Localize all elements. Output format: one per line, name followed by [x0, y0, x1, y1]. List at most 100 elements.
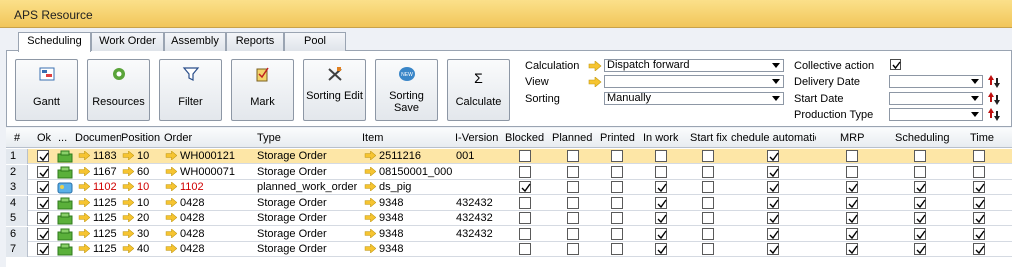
row-flag-checkbox[interactable]: [973, 166, 985, 178]
position-cell[interactable]: 20: [122, 211, 149, 226]
order-cell[interactable]: WH000071: [165, 165, 235, 180]
link-arrow-icon[interactable]: [165, 229, 177, 238]
row-number[interactable]: 7: [6, 242, 28, 257]
sort-updown-icon[interactable]: [987, 91, 1001, 106]
document-cell[interactable]: 1167: [78, 165, 117, 180]
link-arrow-icon[interactable]: [165, 182, 177, 191]
row-flag-checkbox[interactable]: [914, 181, 926, 193]
row-number[interactable]: 3: [6, 180, 28, 195]
ok-checkbox[interactable]: [37, 212, 49, 224]
row-flag-checkbox[interactable]: [846, 228, 858, 240]
col-header-blocked[interactable]: Blocked: [505, 128, 544, 148]
row-flag-checkbox[interactable]: [611, 228, 623, 240]
row-flag-checkbox[interactable]: [611, 243, 623, 255]
link-arrow-icon[interactable]: [78, 229, 90, 238]
tab-assembly[interactable]: Assembly: [164, 32, 226, 51]
row-flag-checkbox[interactable]: [914, 150, 926, 162]
link-arrow-icon[interactable]: [78, 182, 90, 191]
link-arrow-icon[interactable]: [122, 244, 134, 253]
row-flag-checkbox[interactable]: [567, 228, 579, 240]
position-cell[interactable]: 10: [122, 149, 149, 164]
row-flag-checkbox[interactable]: [973, 150, 985, 162]
col-header-type[interactable]: Type: [257, 128, 281, 148]
order-cell[interactable]: 0428: [165, 196, 204, 211]
row-flag-checkbox[interactable]: [655, 212, 667, 224]
row-flag-checkbox[interactable]: [702, 243, 714, 255]
row-flag-checkbox[interactable]: [702, 150, 714, 162]
order-cell[interactable]: WH000121: [165, 149, 235, 164]
row-flag-checkbox[interactable]: [973, 197, 985, 209]
row-flag-checkbox[interactable]: [767, 243, 779, 255]
row-flag-checkbox[interactable]: [846, 243, 858, 255]
col-header-scheduling[interactable]: Scheduling: [895, 128, 949, 148]
row-flag-checkbox[interactable]: [611, 212, 623, 224]
link-arrow-icon[interactable]: [364, 182, 376, 191]
row-number[interactable]: 1: [6, 149, 28, 164]
link-arrow-icon[interactable]: [78, 213, 90, 222]
row-flag-checkbox[interactable]: [519, 197, 531, 209]
order-cell[interactable]: 0428: [165, 242, 204, 257]
sorting-save-button[interactable]: NEW Sorting Save: [375, 59, 438, 121]
row-flag-checkbox[interactable]: [914, 197, 926, 209]
link-arrow-icon[interactable]: [122, 229, 134, 238]
document-cell[interactable]: 1125: [78, 211, 117, 226]
sort-updown-icon[interactable]: [987, 107, 1001, 122]
row-flag-checkbox[interactable]: [567, 181, 579, 193]
position-cell[interactable]: 10: [122, 196, 149, 211]
link-arrow-icon[interactable]: [165, 151, 177, 160]
item-cell[interactable]: 2511216: [364, 149, 421, 164]
production-type-select[interactable]: [889, 108, 983, 121]
row-number[interactable]: 5: [6, 211, 28, 226]
resources-button[interactable]: Resources: [87, 59, 150, 121]
row-flag-checkbox[interactable]: [655, 228, 667, 240]
row-flag-checkbox[interactable]: [846, 197, 858, 209]
link-arrow-icon[interactable]: [165, 167, 177, 176]
link-arrow-icon[interactable]: [122, 213, 134, 222]
row-flag-checkbox[interactable]: [914, 243, 926, 255]
ok-checkbox[interactable]: [37, 243, 49, 255]
link-arrow-icon[interactable]: [122, 182, 134, 191]
row-flag-checkbox[interactable]: [846, 166, 858, 178]
row-flag-checkbox[interactable]: [655, 243, 667, 255]
row-number[interactable]: 6: [6, 227, 28, 242]
tab-work-order[interactable]: Work Order: [91, 32, 164, 51]
row-flag-checkbox[interactable]: [567, 243, 579, 255]
link-arrow-icon[interactable]: [78, 244, 90, 253]
col-header-inwork[interactable]: In work: [643, 128, 678, 148]
chevron-down-icon[interactable]: [971, 112, 979, 117]
col-header-position[interactable]: Position: [121, 128, 160, 148]
link-arrow-icon[interactable]: [165, 198, 177, 207]
chevron-down-icon[interactable]: [772, 63, 780, 68]
row-flag-checkbox[interactable]: [767, 228, 779, 240]
filter-button[interactable]: Filter: [159, 59, 222, 121]
col-header-iversion[interactable]: I-Version: [455, 128, 498, 148]
ok-checkbox[interactable]: [37, 166, 49, 178]
order-cell[interactable]: 0428: [165, 227, 204, 242]
table-row[interactable]: [6, 180, 1012, 195]
row-flag-checkbox[interactable]: [611, 197, 623, 209]
order-cell[interactable]: 1102: [165, 180, 204, 195]
row-flag-checkbox[interactable]: [973, 243, 985, 255]
col-header-printed[interactable]: Printed: [600, 128, 635, 148]
link-arrow-icon[interactable]: [364, 151, 376, 160]
item-cell[interactable]: ds_pig: [364, 180, 411, 195]
row-flag-checkbox[interactable]: [567, 166, 579, 178]
table-row[interactable]: [6, 196, 1012, 211]
row-flag-checkbox[interactable]: [519, 150, 531, 162]
sorting-select[interactable]: Manually: [604, 92, 784, 105]
row-flag-checkbox[interactable]: [519, 212, 531, 224]
row-flag-checkbox[interactable]: [973, 212, 985, 224]
col-header-planned[interactable]: Planned: [552, 128, 592, 148]
tab-reports[interactable]: Reports: [226, 32, 284, 51]
table-row[interactable]: [6, 227, 1012, 242]
position-cell[interactable]: 10: [122, 180, 149, 195]
row-flag-checkbox[interactable]: [702, 166, 714, 178]
item-cell[interactable]: 9348: [364, 227, 403, 242]
col-header-mrp[interactable]: MRP: [840, 128, 864, 148]
table-row[interactable]: [6, 165, 1012, 180]
row-flag-checkbox[interactable]: [519, 166, 531, 178]
tab-pool[interactable]: Pool: [284, 32, 346, 51]
row-flag-checkbox[interactable]: [519, 243, 531, 255]
document-cell[interactable]: 1125: [78, 242, 117, 257]
link-arrow-icon[interactable]: [122, 151, 134, 160]
